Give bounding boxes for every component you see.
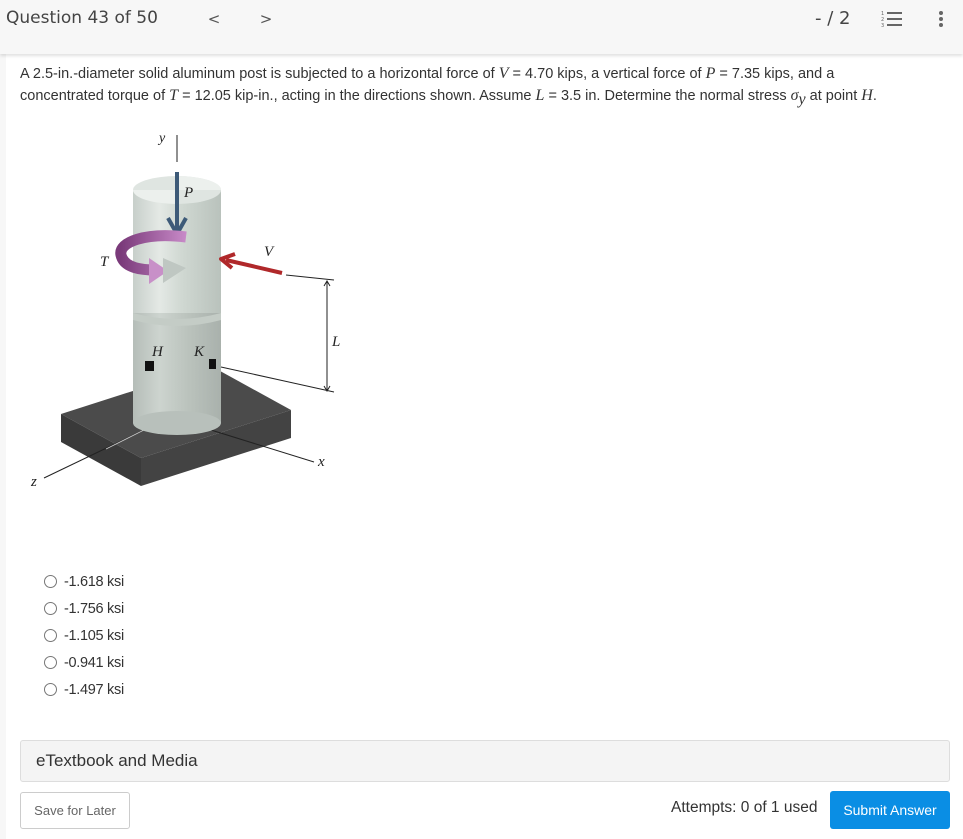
score-display: - / 2: [815, 8, 851, 29]
label-y: y: [157, 131, 166, 146]
attempts-status: Attempts: 0 of 1 used: [671, 799, 818, 816]
question-counter: Question 43 of 50: [6, 8, 158, 28]
label-x: x: [317, 454, 325, 470]
answer-choice[interactable]: -1.497 ksi: [44, 676, 124, 703]
post-diagram: y P T V L H K x z: [26, 120, 356, 500]
answer-choice[interactable]: -1.618 ksi: [44, 568, 124, 595]
radio-button[interactable]: [44, 602, 57, 615]
chevron-right-icon: >: [259, 10, 273, 28]
label-p: P: [183, 185, 193, 201]
label-v: V: [264, 244, 275, 260]
save-for-later-button[interactable]: Save for Later: [20, 792, 130, 829]
dimension-l: [220, 274, 335, 393]
top-bar: Question 43 of 50 < > - / 2 1 2 3: [0, 0, 963, 54]
chevron-left-icon: <: [207, 10, 221, 28]
etextbook-media-panel[interactable]: eTextbook and Media: [20, 740, 950, 782]
question-panel: A 2.5-in.-diameter solid aluminum post i…: [6, 54, 963, 839]
radio-button[interactable]: [44, 575, 57, 588]
previous-question-button[interactable]: <: [204, 7, 224, 31]
etextbook-label: eTextbook and Media: [36, 751, 198, 770]
question-text: A 2.5-in.-diameter solid aluminum post i…: [20, 65, 877, 108]
label-k: K: [193, 344, 205, 360]
label-z: z: [30, 474, 37, 490]
radio-button[interactable]: [44, 656, 57, 669]
answer-choice[interactable]: -1.756 ksi: [44, 595, 124, 622]
answer-choice[interactable]: -0.941 ksi: [44, 649, 124, 676]
radio-button[interactable]: [44, 629, 57, 642]
point-h-marker: [145, 361, 154, 371]
svg-text:3: 3: [881, 23, 884, 28]
label-h: H: [151, 344, 164, 360]
label-l: L: [331, 334, 340, 350]
more-vertical-icon[interactable]: [937, 10, 945, 28]
label-t: T: [100, 254, 110, 270]
next-question-button[interactable]: >: [256, 7, 276, 31]
numbered-list-icon[interactable]: 1 2 3: [881, 10, 903, 29]
submit-answer-button[interactable]: Submit Answer: [830, 791, 950, 829]
radio-button[interactable]: [44, 683, 57, 696]
answer-choices: -1.618 ksi -1.756 ksi -1.105 ksi -0.941 …: [44, 568, 124, 703]
point-k-marker: [209, 359, 216, 369]
answer-choice[interactable]: -1.105 ksi: [44, 622, 124, 649]
